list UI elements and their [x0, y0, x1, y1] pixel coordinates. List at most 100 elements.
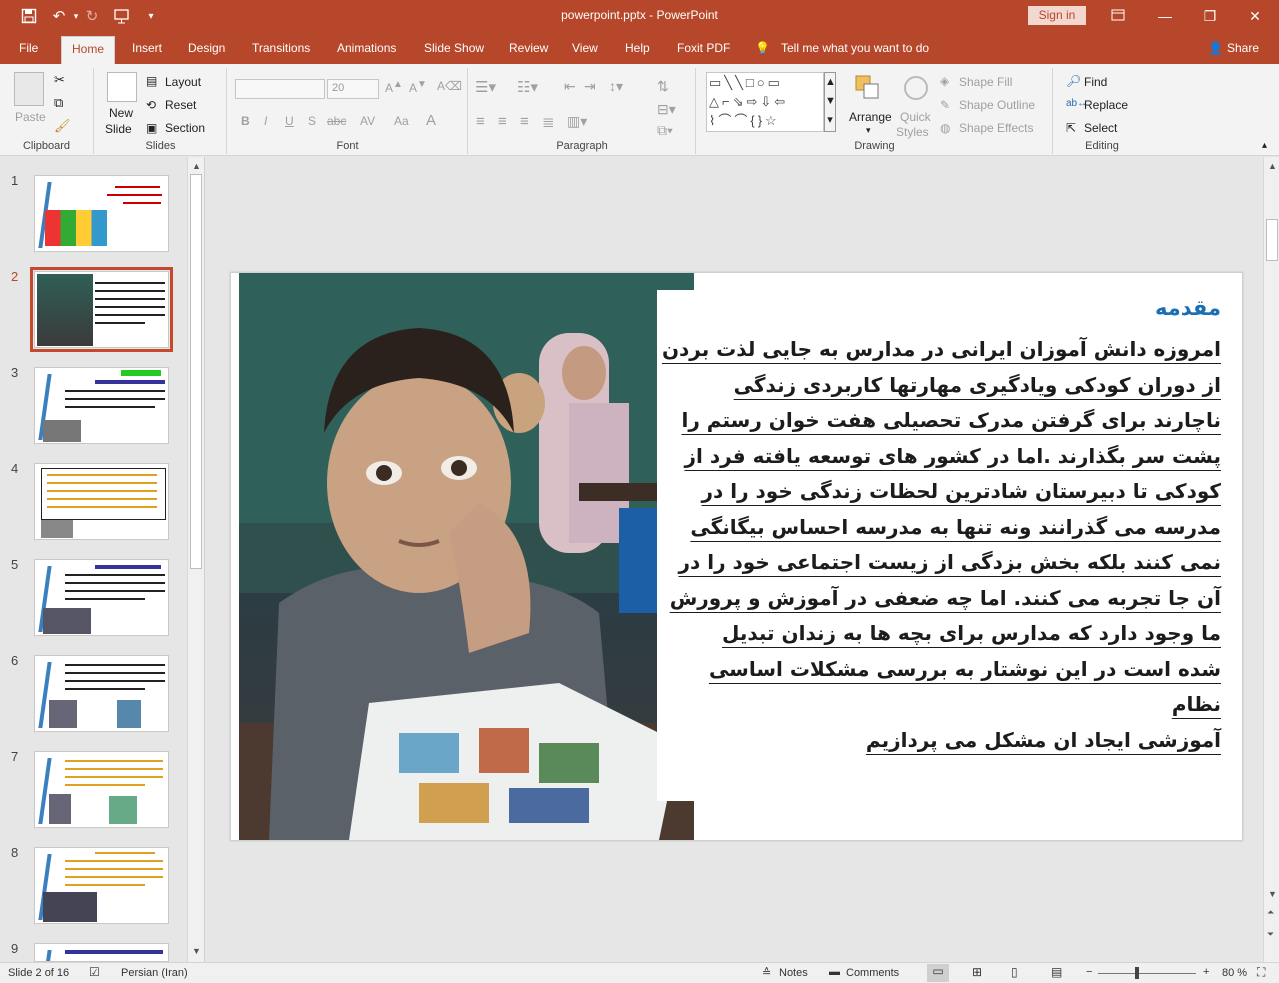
slide-photo[interactable] — [239, 273, 694, 840]
shadow-button[interactable]: S — [308, 114, 316, 128]
restore-icon[interactable]: ❐ — [1200, 6, 1220, 26]
numbering-icon[interactable]: ☷▾ — [517, 78, 538, 96]
shapes-more-icon[interactable]: ▲ ▼ ▾ — [824, 72, 836, 132]
slide-thumbnail-4[interactable] — [34, 463, 169, 540]
tab-file[interactable]: File — [19, 41, 38, 55]
decrease-indent-icon[interactable]: ⇤ — [564, 78, 576, 95]
fit-slide-icon[interactable]: ⛶ — [1257, 965, 1265, 980]
bold-button[interactable]: B — [241, 114, 250, 128]
slide-sorter-icon[interactable]: ⊞ — [972, 965, 982, 979]
text-direction-icon[interactable]: ⇅ — [657, 78, 669, 95]
line-spacing-icon[interactable]: ↕▾ — [609, 78, 623, 95]
scroll-up-icon[interactable]: ▲ — [1268, 161, 1277, 171]
previous-slide-icon[interactable]: ⏶ — [1267, 907, 1274, 918]
font-color-button[interactable]: A — [426, 112, 436, 129]
font-size-combo[interactable]: 20 — [327, 79, 379, 99]
slide-thumbnail-9[interactable] — [34, 943, 169, 962]
tab-slide-show[interactable]: Slide Show — [424, 41, 484, 55]
increase-indent-icon[interactable]: ⇥ — [584, 78, 596, 95]
slide-thumbnail-1[interactable] — [34, 175, 169, 252]
zoom-out-icon[interactable]: − — [1086, 966, 1092, 978]
replace-button[interactable]: Replace — [1084, 98, 1128, 112]
slide-text-box[interactable]: مقدمه امروزه دانش آموزان ایرانی در مدارس… — [657, 290, 1235, 801]
decrease-font-icon[interactable]: A▼ — [409, 79, 427, 95]
align-center-icon[interactable]: ≡ — [498, 113, 507, 130]
arrange-dropdown-icon[interactable]: ▾ — [866, 125, 871, 136]
reset-button[interactable]: Reset — [165, 98, 196, 112]
next-slide-icon[interactable]: ⏷ — [1267, 929, 1274, 940]
format-painter-icon[interactable]: 🖌 — [54, 118, 71, 134]
slide-thumbnail-2[interactable] — [30, 267, 173, 352]
tab-design[interactable]: Design — [188, 41, 225, 55]
align-left-icon[interactable]: ≡ — [476, 113, 485, 130]
align-text-icon[interactable]: ⊟▾ — [657, 101, 676, 118]
share-button[interactable]: Share — [1227, 41, 1259, 55]
language-indicator[interactable]: Persian (Iran) — [121, 967, 188, 979]
change-case-button[interactable]: Aa — [394, 114, 409, 128]
scroll-down-icon[interactable]: ▼ — [1268, 889, 1277, 899]
new-slide-label-2[interactable]: Slide — [105, 122, 132, 136]
character-spacing-button[interactable]: AV — [360, 114, 375, 128]
scroll-up-icon[interactable]: ▲ — [192, 161, 201, 171]
tell-me-search[interactable]: Tell me what you want to do — [781, 41, 929, 55]
shapes-gallery[interactable]: ▭╲╲□○▭ △⌐⇘⇨⇩⇦ ⌇⌒⌒{}☆ — [706, 72, 824, 132]
slide-thumbnail-7[interactable] — [34, 751, 169, 828]
quick-styles-label-2[interactable]: Styles — [896, 125, 929, 139]
select-button[interactable]: Select — [1084, 121, 1117, 135]
slide-thumbnail-5[interactable] — [34, 559, 169, 636]
clear-formatting-icon[interactable]: A⌫ — [437, 79, 462, 93]
layout-button[interactable]: Layout — [165, 75, 201, 89]
tab-animations[interactable]: Animations — [337, 41, 396, 55]
tab-help[interactable]: Help — [625, 41, 650, 55]
main-scrollbar[interactable]: ▲ ▼ ⏶ ⏷ — [1263, 157, 1279, 962]
close-icon[interactable]: ✕ — [1245, 6, 1265, 26]
slide-thumbnail-8[interactable] — [34, 847, 169, 924]
copy-icon[interactable]: ⧉ — [54, 95, 63, 111]
cut-icon[interactable]: ✂ — [54, 72, 65, 88]
italic-button[interactable]: I — [264, 114, 267, 128]
sign-in-button[interactable]: Sign in — [1028, 6, 1086, 25]
tab-review[interactable]: Review — [509, 41, 548, 55]
arrange-button[interactable]: Arrange — [849, 110, 892, 124]
tab-foxit-pdf[interactable]: Foxit PDF — [677, 41, 730, 55]
underline-button[interactable]: U — [285, 114, 294, 128]
collapse-ribbon-icon[interactable]: ▴ — [1262, 140, 1267, 151]
shape-fill-button[interactable]: Shape Fill — [959, 75, 1012, 89]
tab-insert[interactable]: Insert — [132, 41, 162, 55]
main-scroll-thumb[interactable] — [1266, 219, 1278, 261]
thumbnail-scroll-thumb[interactable] — [190, 174, 202, 569]
bullets-icon[interactable]: ☰▾ — [475, 78, 496, 96]
font-name-combo[interactable] — [235, 79, 325, 99]
columns-icon[interactable]: ▥▾ — [567, 113, 587, 130]
thumbnail-scrollbar[interactable]: ▲ ▼ — [187, 157, 204, 962]
reading-view-icon[interactable]: ▯ — [1011, 965, 1018, 979]
section-button[interactable]: Section — [165, 121, 205, 135]
justify-icon[interactable]: ≣ — [542, 113, 555, 131]
paste-icon[interactable] — [14, 72, 44, 106]
find-button[interactable]: Find — [1084, 75, 1107, 89]
smartart-icon[interactable]: ⧉▾ — [657, 122, 673, 139]
shape-effects-button[interactable]: Shape Effects — [959, 121, 1034, 135]
slide-thumbnail-3[interactable] — [34, 367, 169, 444]
tab-view[interactable]: View — [572, 41, 598, 55]
zoom-slider-track[interactable] — [1098, 973, 1196, 974]
slide-thumbnail-6[interactable] — [34, 655, 169, 732]
tab-home[interactable]: Home — [61, 36, 116, 64]
shape-outline-button[interactable]: Shape Outline — [959, 98, 1035, 112]
notes-button[interactable]: Notes — [779, 967, 808, 979]
new-slide-label-1[interactable]: New — [109, 106, 133, 120]
align-right-icon[interactable]: ≡ — [520, 113, 529, 130]
scroll-down-icon[interactable]: ▼ — [192, 946, 201, 956]
new-slide-icon[interactable] — [107, 72, 137, 102]
zoom-level[interactable]: 80 % — [1222, 967, 1247, 979]
quick-styles-label-1[interactable]: Quick — [900, 110, 931, 124]
ribbon-display-options-icon[interactable] — [1108, 6, 1128, 26]
comments-button[interactable]: Comments — [846, 967, 899, 979]
spelling-check-icon[interactable]: ☑ — [89, 965, 100, 979]
slide-show-view-icon[interactable]: ▤ — [1051, 965, 1062, 979]
strikethrough-button[interactable]: abc — [327, 114, 346, 128]
current-slide[interactable]: مقدمه امروزه دانش آموزان ایرانی در مدارس… — [230, 272, 1243, 841]
zoom-in-icon[interactable]: + — [1203, 966, 1209, 978]
minimize-icon[interactable]: — — [1155, 6, 1175, 26]
increase-font-icon[interactable]: A▲ — [385, 79, 403, 95]
